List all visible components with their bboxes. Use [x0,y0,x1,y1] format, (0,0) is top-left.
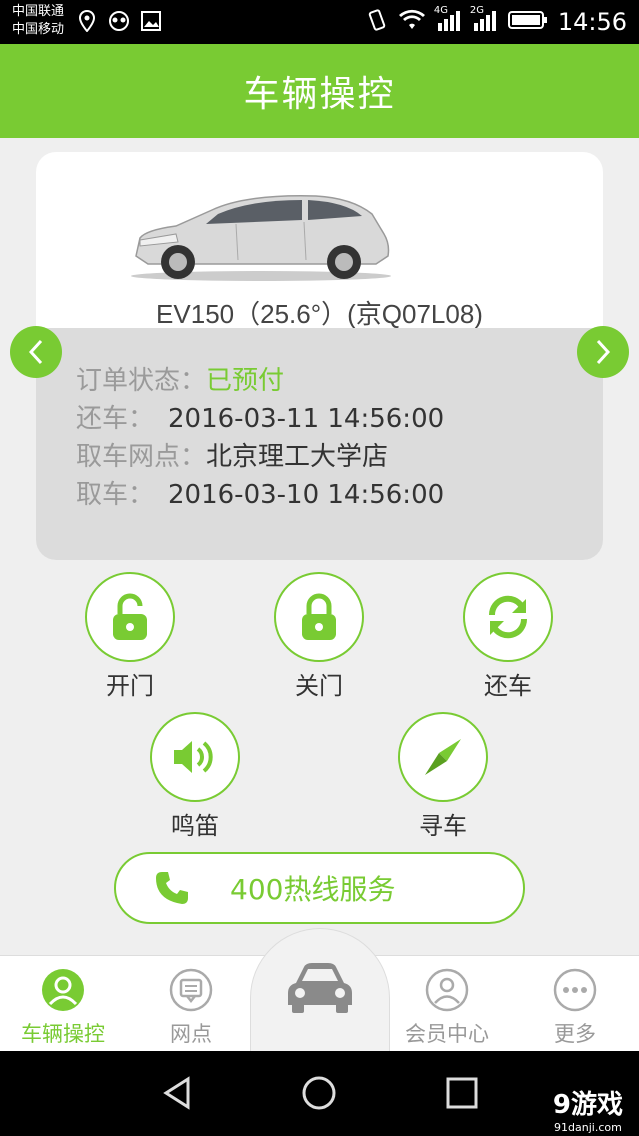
pickup-station-label: 取车网点： [76,442,207,472]
close-door-button[interactable]: 关门 [274,572,364,701]
chevron-left-icon [28,339,43,365]
refresh-icon [488,595,528,639]
recents-icon[interactable] [444,1075,480,1111]
car-model-label: EV150（25.6°）(京Q07L08) [156,299,483,329]
wifi-icon [398,9,426,35]
vibrate-icon [366,8,388,36]
carrier-info: 中国联通 中国移动 [12,3,64,39]
location-icon [76,10,98,32]
signal-icon-1: 4G [434,5,462,35]
nav-stations[interactable]: 网点 [136,968,246,1048]
battery-icon [507,9,548,35]
image-icon [140,10,162,32]
horn-label: 鸣笛 [171,812,219,840]
horn-button[interactable]: 鸣笛 [150,712,240,841]
nav-vehicle-control-label: 车辆操控 [21,1022,105,1046]
hotline-button[interactable]: 400热线服务 [114,852,525,924]
return-car-button[interactable]: 还车 [463,572,553,701]
pickup-time-row: 取车： 2016-03-10 14:56:00 [76,474,444,511]
pickup-time-value: 2016-03-10 14:56:00 [168,480,445,510]
unlock-icon [113,593,147,640]
hotline-label: 400热线服务 [230,873,396,906]
open-door-button[interactable]: 开门 [85,572,175,701]
return-time-row: 还车： 2016-03-11 14:56:00 [76,398,444,435]
order-status-value: 已预付 [206,366,285,396]
car-image [131,195,391,281]
pickup-station-row: 取车网点：北京理工大学店 [76,436,388,473]
nav-member-center-label: 会员中心 [405,1022,489,1046]
status-bar: 中国联通 中国移动 4G 2G 14:56 [0,0,639,44]
order-status-label: 订单状态： [76,366,207,396]
system-nav-bar [0,1051,639,1136]
watermark-brand: 9游戏 [552,1090,623,1120]
close-door-label: 关门 [295,672,343,700]
back-icon[interactable] [160,1075,196,1111]
message-icon [169,968,213,1012]
speaker-icon [174,741,213,773]
lock-icon [302,593,336,640]
watermark: 9游戏 91danji.com [553,1084,623,1134]
center-car-button[interactable] [250,928,390,1052]
return-car-label: 还车 [484,672,532,700]
carrier-1: 中国联通 [12,4,65,19]
compass-icon [425,739,461,775]
page-title: 车辆操控 [243,74,396,115]
open-door-label: 开门 [106,672,154,700]
car-icon [288,963,352,1013]
network-type-1: 4G [433,5,448,16]
find-car-label: 寻车 [419,812,467,840]
member-icon [425,968,469,1012]
signal-icon-2: 2G [470,5,498,35]
nav-stations-label: 网点 [170,1022,212,1046]
pickup-time-label: 取车： [76,480,155,510]
phone-icon [156,872,188,904]
eye-icon [108,10,130,32]
more-icon [553,968,597,1012]
home-icon[interactable] [301,1075,337,1111]
order-info-panel: 订单状态：已预付 还车： 2016-03-11 14:56:00 取车网点：北京理… [36,328,603,560]
prev-car-button[interactable] [10,326,62,378]
next-car-button[interactable] [577,326,629,378]
nav-vehicle-control[interactable]: 车辆操控 [8,968,118,1048]
network-type-2: 2G [469,5,484,16]
clock: 14:56 [557,8,627,36]
nav-member-center[interactable]: 会员中心 [392,968,502,1048]
watermark-site: 91danji.com [554,1121,622,1134]
nav-more[interactable]: 更多 [520,968,630,1048]
nav-more-label: 更多 [554,1022,596,1046]
user-icon [42,969,84,1011]
chevron-right-icon [596,339,611,365]
order-status-row: 订单状态：已预付 [76,360,284,397]
pickup-station-value: 北京理工大学店 [206,442,389,472]
carrier-2: 中国移动 [12,22,65,37]
return-time-label: 还车： [76,404,155,434]
return-time-value: 2016-03-11 14:56:00 [168,404,445,434]
find-car-button[interactable]: 寻车 [398,712,488,841]
car-card: EV150（25.6°）(京Q07L08) 订单状态：已预付 还车： 2016-0… [36,152,603,560]
title-bar: 车辆操控 [0,44,639,138]
